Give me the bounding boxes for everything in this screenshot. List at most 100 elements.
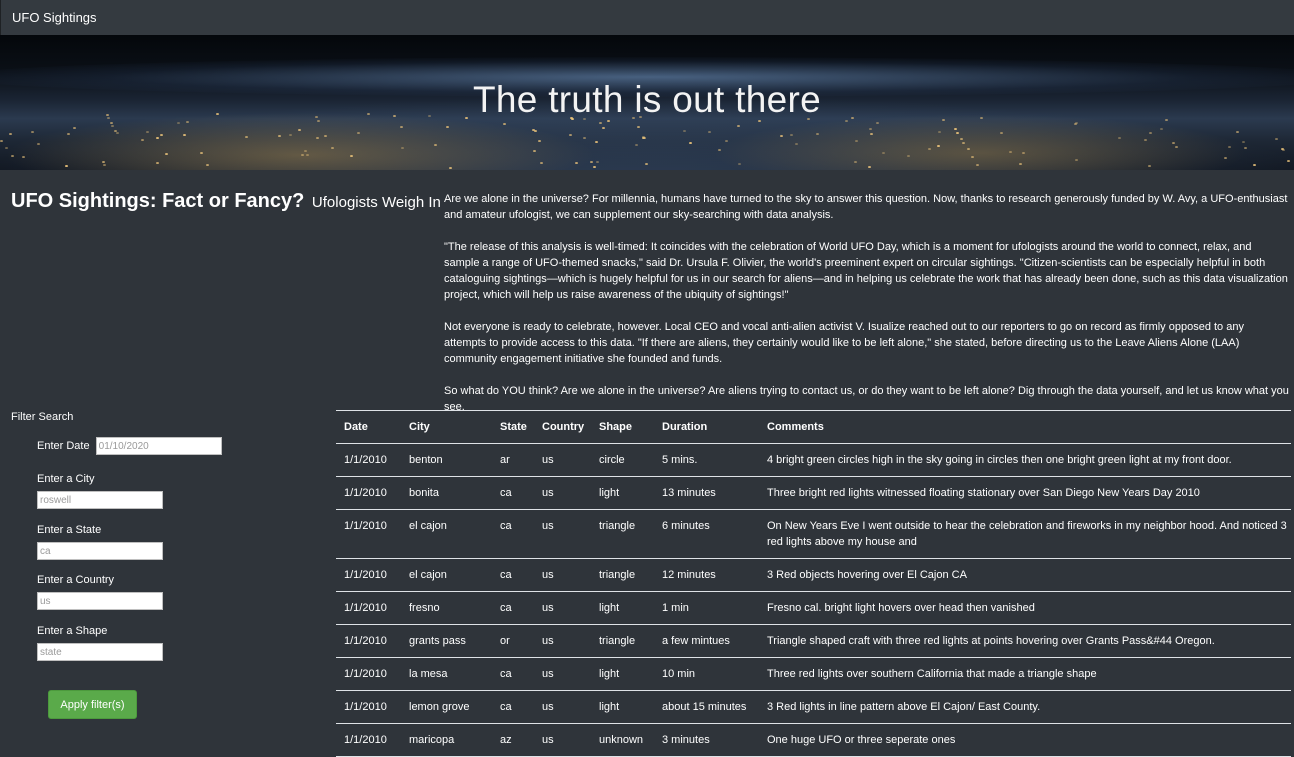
city-light-dot [155,162,159,165]
city-light-dot [304,149,308,152]
city-light-dot [975,163,979,166]
shape-cell: unknown [591,723,654,757]
city-light-dot [176,122,180,125]
state-cell: ca [492,690,534,724]
city-label: Enter a City [37,473,95,485]
comments-cell: Three red lights over southern Californi… [759,657,1291,691]
city-light-dot [110,121,114,124]
comments-cell: 3 Red objects hovering over El Cajon CA [759,558,1291,592]
navbar-brand[interactable]: UFO Sightings [12,10,97,25]
city-cell: grants pass [401,624,492,658]
city-cell: fresno [401,591,492,625]
city-light-dot [186,121,190,124]
city-light-dot [601,126,605,129]
country-cell: us [534,690,591,724]
country-cell: us [534,591,591,625]
city-light-dot [103,163,107,166]
city-light-dot [869,128,873,131]
city-light-dot [1074,122,1078,125]
comments-cell: Fresno cal. bright light hovers over hea… [759,591,1291,625]
city-light-dot [278,134,282,137]
city-filter: Enter a City [37,473,163,509]
city-light-dot [636,125,640,128]
city-input[interactable] [37,491,163,509]
city-light-dot [64,164,68,167]
city-light-dot [183,133,187,136]
sightings-table: Date City State Country Shape Duration C… [336,410,1291,757]
country-input[interactable] [37,592,163,610]
city-light-dot [0,139,4,142]
state-cell: ar [492,443,534,477]
city-light-dot [164,153,168,156]
shape-cell: triangle [591,624,654,658]
city-light-dot [298,129,302,132]
city-light-dot [1074,159,1078,162]
duration-cell: 13 minutes [654,476,759,510]
city-light-dot [1117,137,1121,140]
city-light-dot [736,124,740,127]
table-row: 1/1/2010 la mesa ca us light 10 min Three red … [336,657,1291,691]
article-paragraph: Not everyone is ready to celebrate, howe… [444,321,1244,365]
city-light-dot [1149,131,1153,134]
table-body: 1/1/2010 benton ar us circle 5 mins. 4 bright … [336,443,1291,757]
state-input[interactable] [37,542,163,560]
city-light-dot [881,151,885,154]
shape-cell: light [591,476,654,510]
state-cell: or [492,624,534,658]
city-light-dot [1236,130,1239,133]
date-cell: 1/1/2010 [336,558,401,592]
date-cell: 1/1/2010 [336,624,401,658]
city-light-dot [953,127,957,130]
date-cell: 1/1/2010 [336,591,401,625]
city-light-dot [349,155,353,158]
city-light-dot [590,160,594,163]
city-light-dot [288,134,292,137]
date-label: Enter Date [37,439,90,452]
hero-banner: The truth is out there [0,35,1294,170]
city-light-dot [1018,163,1022,166]
state-cell: ca [492,476,534,510]
date-cell: 1/1/2010 [336,657,401,691]
state-cell: ca [492,591,534,625]
city-light-dot [37,142,41,145]
state-cell: ca [492,558,534,592]
duration-cell: 10 min [654,657,759,691]
table-row: 1/1/2010 bonita ca us light 13 minutes Three b… [336,476,1291,510]
date-input[interactable] [95,437,222,455]
city-light-dot [31,130,35,133]
shape-filter: Enter a Shape [37,625,163,661]
city-light-dot [446,125,450,128]
city-cell: benton [401,443,492,477]
city-light-dot [306,153,310,156]
city-light-dot [689,142,693,145]
city-light-dot [854,160,858,163]
comments-cell: 3 Red lights in line pattern above El Ca… [759,690,1291,724]
country-cell: us [534,558,591,592]
country-cell: us [534,723,591,757]
city-light-dot [503,123,507,126]
city-light-dot [780,135,784,138]
column-header-comments: Comments [759,410,1291,444]
duration-cell: 6 minutes [654,509,759,559]
table-row: 1/1/2010 lemon grove ca us light about 15 min… [336,690,1291,724]
column-header-state: State [492,410,534,444]
city-cell: el cajon [401,558,492,592]
city-light-dot [875,122,879,125]
city-light-dot [315,137,319,140]
city-light-dot [568,133,572,136]
date-cell: 1/1/2010 [336,509,401,559]
city-light-dot [141,139,145,142]
shape-input[interactable] [37,643,163,661]
table-row: 1/1/2010 maricopa az us unknown 3 minutes One … [336,723,1291,757]
navbar: UFO Sightings [0,0,1294,35]
state-cell: ca [492,657,534,691]
city-light-dot [595,160,599,163]
column-header-shape: Shape [591,410,654,444]
city-light-dot [794,142,798,145]
city-light-dot [869,132,873,135]
city-cell: lemon grove [401,690,492,724]
duration-cell: 5 mins. [654,443,759,477]
apply-filters-button[interactable]: Apply filter(s) [48,690,137,719]
city-light-dot [244,136,248,139]
city-light-dot [1281,149,1285,152]
